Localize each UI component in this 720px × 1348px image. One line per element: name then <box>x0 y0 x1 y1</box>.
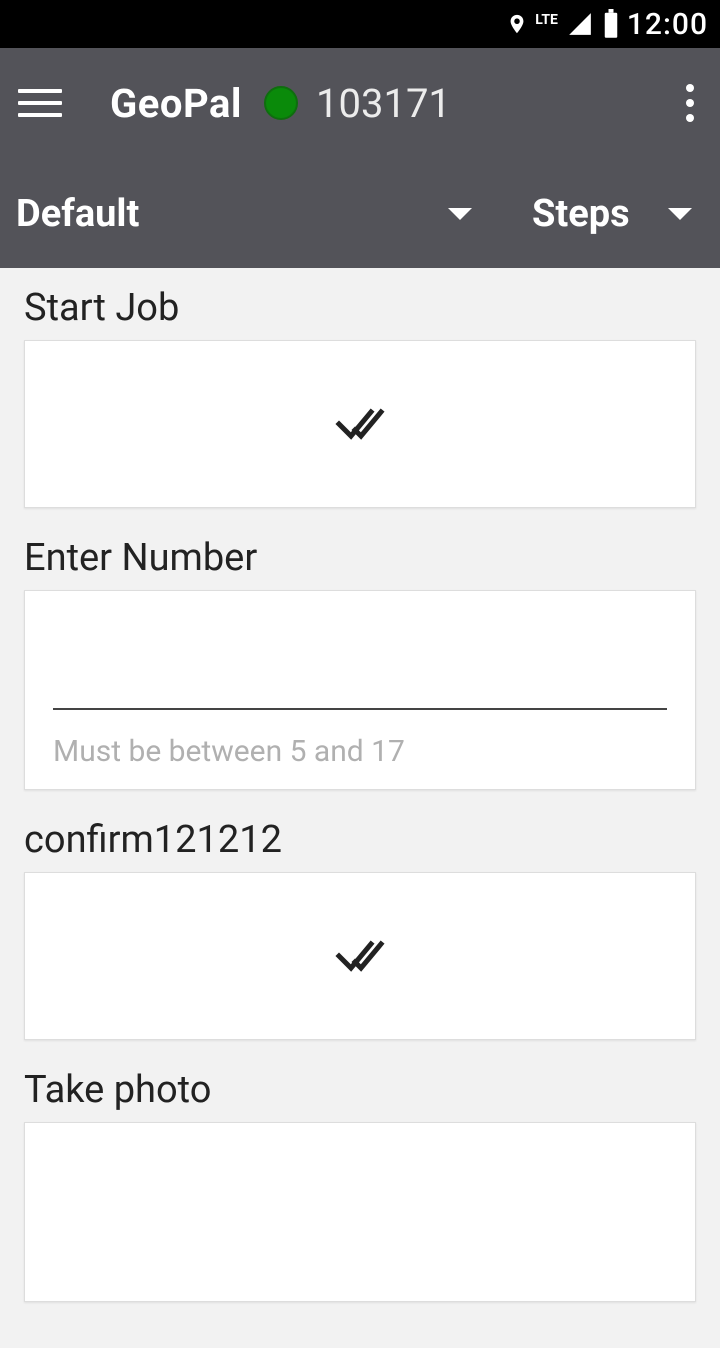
step-label: confirm121212 <box>24 818 696 862</box>
network-type: LTE <box>534 12 559 36</box>
chevron-down-icon <box>668 208 692 220</box>
double-check-icon <box>335 406 385 442</box>
clock-time: 12:00 <box>627 7 708 42</box>
battery-icon <box>601 9 621 39</box>
app-bar: GeoPal 103171 <box>0 48 720 158</box>
signal-icon <box>565 11 595 37</box>
step-label: Start Job <box>24 286 696 330</box>
view-dropdown[interactable]: Steps <box>500 192 720 236</box>
status-bar: LTE 12:00 <box>0 0 720 48</box>
job-id: 103171 <box>316 80 451 127</box>
app-title: GeoPal <box>110 80 242 127</box>
double-check-icon <box>335 938 385 974</box>
step-enter-number: Enter Number Must be between 5 and 17 <box>24 536 696 790</box>
content-area: Start Job Enter Number Must be between 5… <box>0 268 720 1348</box>
step-confirm: confirm121212 <box>24 818 696 1040</box>
workflow-dropdown[interactable]: Default <box>0 192 500 236</box>
take-photo-card[interactable] <box>24 1122 696 1302</box>
input-hint: Must be between 5 and 17 <box>53 734 667 769</box>
enter-number-card: Must be between 5 and 17 <box>24 590 696 790</box>
step-start-job: Start Job <box>24 286 696 508</box>
dropdown-bar: Default Steps <box>0 158 720 268</box>
overflow-menu-icon[interactable] <box>678 76 702 130</box>
step-label: Enter Number <box>24 536 696 580</box>
step-label: Take photo <box>24 1068 696 1112</box>
view-dropdown-label: Steps <box>532 192 630 236</box>
chevron-down-icon <box>448 208 472 220</box>
start-job-card[interactable] <box>24 340 696 508</box>
workflow-dropdown-label: Default <box>16 192 139 236</box>
status-dot-icon <box>264 86 298 120</box>
location-icon <box>506 9 528 39</box>
step-take-photo: Take photo <box>24 1068 696 1302</box>
confirm-card[interactable] <box>24 872 696 1040</box>
number-input[interactable] <box>53 619 667 710</box>
hamburger-icon[interactable] <box>18 81 62 125</box>
